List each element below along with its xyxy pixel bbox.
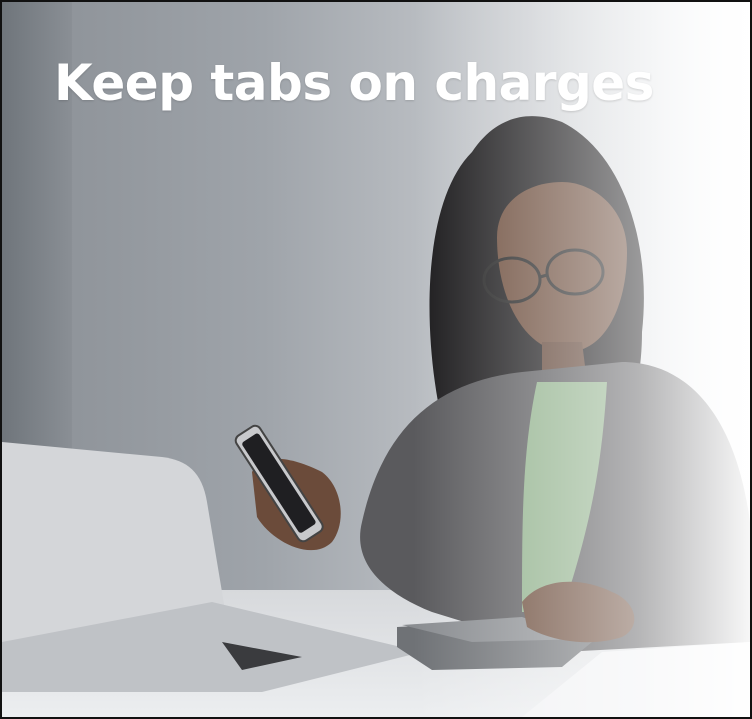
headline: Keep tabs on charges xyxy=(54,54,654,112)
hero-banner: Keep tabs on charges xyxy=(0,0,752,719)
hero-photo: Keep tabs on charges xyxy=(2,2,750,717)
